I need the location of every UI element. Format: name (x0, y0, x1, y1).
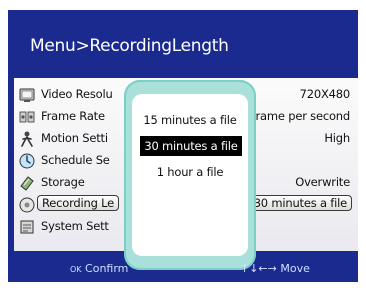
move-hint: ↑↓←→ Move (240, 262, 310, 275)
page-title: Menu>RecordingLength (30, 36, 229, 56)
move-label: Move (280, 262, 310, 275)
recording-length-icon (19, 197, 35, 213)
option-1-hour[interactable]: 1 hour a file (132, 162, 248, 182)
menu-item-value: Overwrite (295, 175, 350, 189)
video-resolution-icon (19, 88, 35, 102)
menu-item-label: Schedule Se (41, 153, 110, 167)
recording-length-popup: 15 minutes a file 30 minutes a file 1 ho… (124, 80, 256, 270)
system-settings-icon (20, 220, 34, 234)
footer-hints: OK Confirm ↑↓←→ Move (8, 258, 358, 282)
menu-item-value: High (324, 131, 350, 145)
option-30-minutes[interactable]: 30 minutes a file (140, 136, 242, 156)
arrow-keys-icon: ↑↓←→ (240, 262, 277, 275)
menu-item-label: System Sett (41, 219, 109, 233)
menu-item-value: 30 minutes a file (248, 195, 352, 211)
storage-icon (20, 176, 34, 191)
menu-item-label: Storage (41, 175, 85, 189)
ok-key-label: OK (70, 265, 82, 274)
menu-item-label: Frame Rate (41, 109, 105, 123)
menu-item-label: Video Resolu (41, 87, 113, 101)
option-15-minutes[interactable]: 15 minutes a file (132, 110, 248, 130)
confirm-hint: OK Confirm (70, 262, 128, 275)
frame-rate-icon (19, 111, 35, 123)
menu-item-value: 720X480 (299, 87, 351, 101)
menu-item-label: Recording Le (37, 195, 120, 211)
motion-icon (21, 131, 33, 147)
popup-options: 15 minutes a file 30 minutes a file 1 ho… (132, 94, 248, 256)
schedule-icon (19, 153, 35, 169)
confirm-label: Confirm (85, 262, 129, 275)
osd-screen: Menu>RecordingLength Video Resolu 720X48… (8, 10, 358, 282)
menu-item-label: Motion Setti (41, 131, 108, 145)
menu-item-value: rame per second (255, 109, 351, 123)
